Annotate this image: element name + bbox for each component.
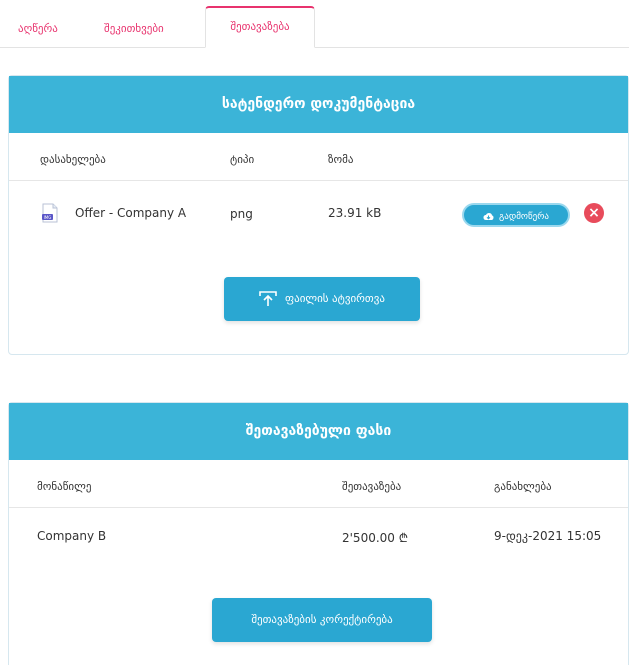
offer-amount: 2'500.00 ₾ (342, 531, 408, 545)
column-type: ტიპი (230, 153, 255, 166)
offer-card: შეთავაზებული ფასი მონაწილე შეთავაზება გა… (8, 402, 629, 665)
file-name: Offer - Company A (75, 206, 187, 220)
tab-questions[interactable]: შეკითხვები (104, 22, 164, 35)
documents-card-title: სატენდერო დოკუმენტაცია (9, 76, 628, 133)
header-divider (9, 180, 628, 181)
column-size: ზომა (328, 153, 354, 166)
upload-icon (259, 291, 277, 306)
upload-file-button[interactable]: ფაილის ატვირთვა (224, 277, 420, 321)
column-name: დასახელება (40, 153, 106, 166)
documents-card: სატენდერო დოკუმენტაცია დასახელება ტიპი ზ… (8, 75, 629, 355)
upload-label: ფაილის ატვირთვა (285, 292, 385, 305)
download-label: გადმოწერა (499, 212, 549, 222)
column-participant: მონაწილე (37, 480, 92, 493)
edit-offer-button[interactable]: შეთავაზების კორექტირება (212, 598, 432, 642)
offer-card-title: შეთავაზებული ფასი (9, 403, 628, 460)
file-size: 23.91 kB (328, 206, 382, 220)
tab-bar: აღწერა შეკითხვები შეთავაზება (0, 0, 629, 48)
close-circle-icon: × (588, 205, 600, 221)
image-file-icon: IMG (42, 203, 58, 223)
tab-offer[interactable]: შეთავაზება (205, 6, 315, 48)
tab-description[interactable]: აღწერა (18, 22, 58, 35)
header-divider (9, 507, 628, 508)
svg-text:IMG: IMG (44, 215, 52, 220)
file-type: png (230, 207, 253, 221)
updated-date: 9-დეკ-2021 15:05 (494, 529, 602, 543)
download-button[interactable]: გადმოწერა (462, 203, 570, 227)
column-offer: შეთავაზება (342, 480, 402, 493)
cloud-download-icon (483, 213, 494, 220)
column-updated: განახლება (494, 480, 552, 493)
participant-name: Company B (37, 529, 107, 543)
remove-file-button[interactable]: × (584, 203, 604, 223)
